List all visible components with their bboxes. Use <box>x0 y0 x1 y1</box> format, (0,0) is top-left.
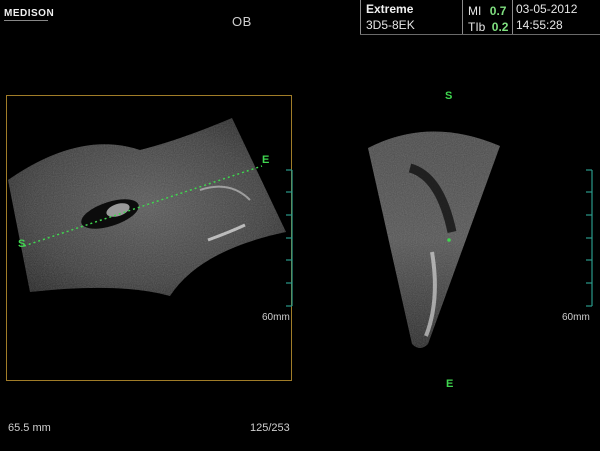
ultrasound-canvas <box>8 118 593 348</box>
left-depth-label: 60mm <box>262 312 290 323</box>
right-depth-label: 60mm <box>562 312 590 323</box>
frame-counter: 125/253 <box>250 422 290 434</box>
orientation-marker-top: S <box>445 90 453 102</box>
right-ultrasound-image <box>368 131 500 348</box>
measurement-readout: 65.5 mm <box>8 422 51 434</box>
orientation-marker-bottom: E <box>446 378 454 390</box>
scan-end-marker: E <box>262 154 270 166</box>
right-depth-scale <box>586 169 593 307</box>
scan-start-marker: S <box>18 238 26 250</box>
left-ultrasound-image <box>8 118 286 296</box>
left-depth-scale <box>286 169 293 307</box>
